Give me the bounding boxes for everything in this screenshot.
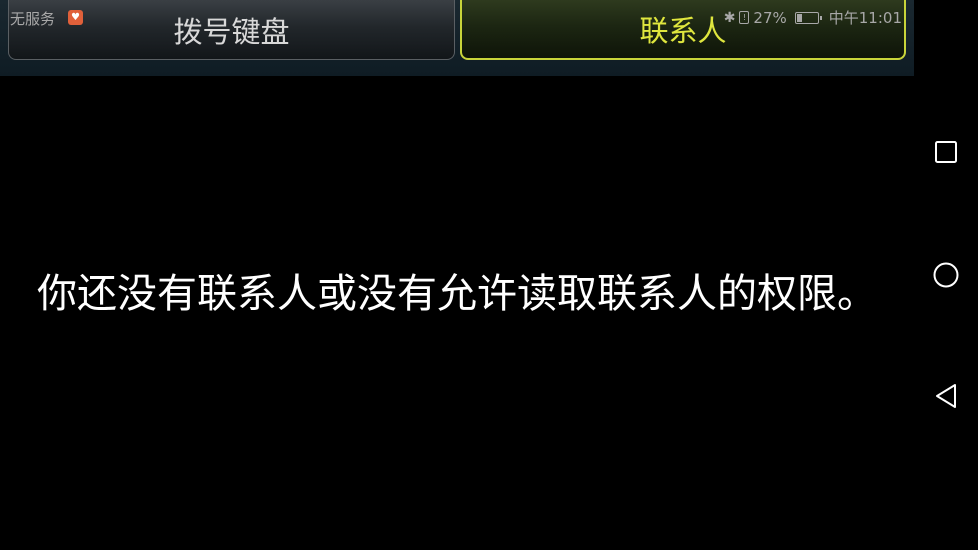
tab-dialpad-label: 拨号键盘 (173, 14, 290, 49)
notification-heart-icon: ♥ (68, 10, 83, 25)
clock: 中午11:01 (828, 9, 902, 27)
carrier-status: 无服务 (10, 10, 56, 28)
tab-contacts-label: 联系人 (639, 14, 727, 48)
dialer-app: 拨号键盘 联系人 无服务 ♥ ✱ ! 27% 中午11:01 你还没有联系人或没… (0, 0, 914, 550)
bluetooth-icon: ✱ (723, 9, 736, 26)
status-indicators: ✱ ! 27% 中午11:01 (724, 7, 902, 28)
back-button[interactable] (914, 364, 978, 428)
recents-icon (935, 141, 957, 163)
back-icon (936, 384, 956, 408)
empty-contacts-message: 你还没有联系人或没有允许读取联系人的权限。 (37, 271, 877, 317)
sim-alert-icon: ! (739, 11, 750, 24)
battery-percent: 27% (753, 8, 787, 27)
recents-button[interactable] (914, 120, 978, 184)
battery-icon (794, 11, 822, 24)
home-icon (933, 262, 959, 288)
navigation-bar (914, 0, 978, 550)
tab-dialpad[interactable]: 拨号键盘 (8, 0, 455, 60)
battery-fill (796, 13, 802, 22)
tab-bar: 拨号键盘 联系人 无服务 ♥ ✱ ! 27% 中午11:01 (0, 0, 914, 76)
home-button[interactable] (914, 243, 978, 307)
phone-screen: 拨号键盘 联系人 无服务 ♥ ✱ ! 27% 中午11:01 你还没有联系人或没… (0, 0, 978, 550)
